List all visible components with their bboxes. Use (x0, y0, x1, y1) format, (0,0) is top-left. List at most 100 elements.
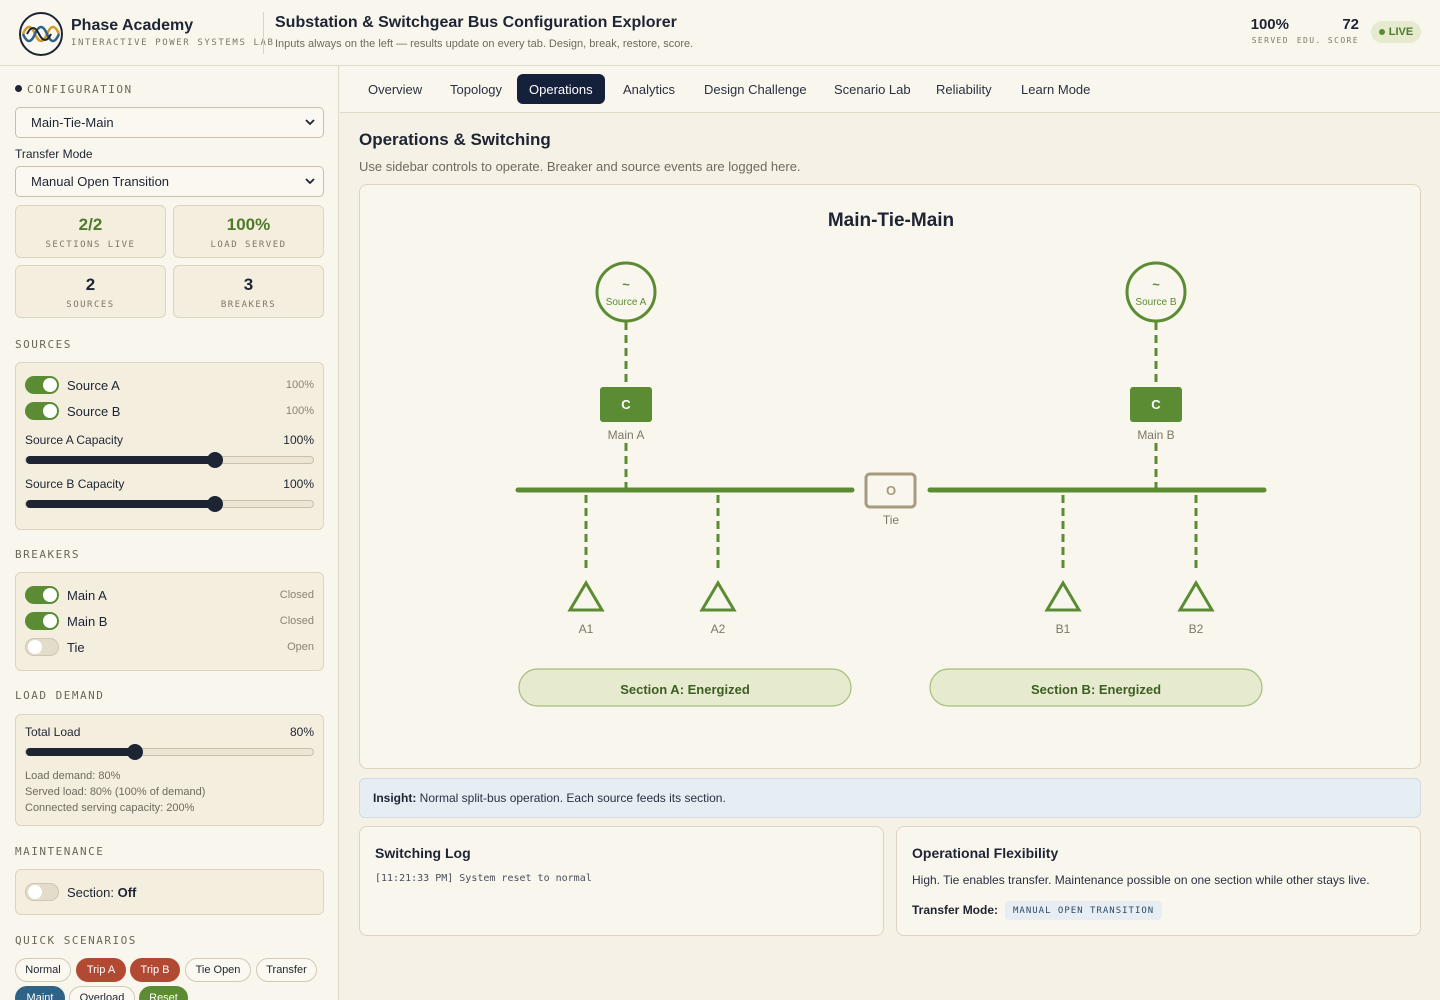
serving-capacity-info: Connected serving capacity: 200% (25, 802, 195, 814)
log-entry: [11:21:33 PM] System reset to normal (375, 873, 592, 884)
scenario-tie-open-button[interactable]: Tie Open (185, 958, 251, 982)
transfer-mode-label: Transfer Mode: (912, 903, 999, 917)
quick-scenarios-heading: QUICK SCENARIOS (15, 934, 137, 947)
insight-label: Insight: (373, 791, 417, 805)
transfer-mode-select[interactable]: Manual Open Transition (15, 166, 324, 197)
toggle-knob (43, 378, 57, 392)
live-label: LIVE (1388, 26, 1414, 38)
tab-operations[interactable]: Operations (517, 74, 605, 104)
breaker-main-b-name: Main B (67, 614, 108, 629)
stat-breakers: 3 BREAKERS (173, 265, 324, 318)
slider-thumb[interactable] (127, 744, 143, 760)
scenario-maint-button[interactable]: Maint (15, 986, 65, 1000)
diagram-title: Main-Tie-Main (828, 210, 954, 231)
stat-label: BREAKERS (220, 300, 277, 310)
tab-topology[interactable]: Topology (438, 74, 514, 104)
source-b-symbol[interactable] (1125, 261, 1187, 323)
source-b-toggle[interactable] (25, 402, 59, 420)
maintenance-prefix: Section: (67, 885, 114, 900)
scenario-transfer-button[interactable]: Transfer (256, 958, 317, 982)
app-subtitle: Inputs always on the left — results upda… (275, 38, 694, 50)
stat-value: 100% (226, 215, 271, 234)
brand-name: Phase Academy (71, 17, 194, 34)
scenario-overload-button[interactable]: Overload (69, 986, 135, 1000)
breaker-tie-label: Tie (883, 513, 900, 527)
source-a-capacity-label: Source A Capacity (25, 433, 124, 447)
scenario-trip-a-button[interactable]: Trip A (76, 958, 126, 982)
breaker-main-b-state: Closed (279, 615, 314, 627)
breaker-tie-row: Tie Open (25, 637, 314, 657)
tab-design-challenge[interactable]: Design Challenge (692, 74, 819, 104)
stat-load-served: 100% LOAD SERVED (173, 205, 324, 258)
breaker-main-b-label: Main B (1137, 428, 1174, 442)
source-b-value: 100% (285, 405, 314, 417)
configuration-dot-icon (15, 85, 22, 92)
toggle-knob (28, 885, 42, 899)
page-subtitle: Use sidebar controls to operate. Breaker… (359, 159, 801, 174)
stat-sections-live: 2/2 SECTIONS LIVE (15, 205, 166, 258)
scenario-normal-button[interactable]: Normal (15, 958, 71, 982)
maintenance-toggle[interactable] (25, 883, 59, 901)
stat-label: SECTIONS LIVE (45, 240, 136, 250)
source-a-row: Source A 100% (25, 375, 314, 395)
breakers-panel: Main A Closed Main B Closed Tie Open (15, 572, 324, 671)
header-divider (263, 12, 264, 54)
stat-label: SOURCES (66, 300, 115, 310)
maintenance-state: Off (117, 885, 137, 900)
breaker-main-a-toggle[interactable] (25, 586, 59, 604)
slider-fill (26, 456, 215, 464)
served-value: 100% (1250, 16, 1289, 33)
source-a-capacity-slider[interactable] (25, 452, 314, 468)
breaker-main-b-toggle[interactable] (25, 612, 59, 630)
load-b1-label: B1 (1056, 622, 1071, 636)
tab-scenario-lab[interactable]: Scenario Lab (822, 74, 923, 104)
scenario-reset-button[interactable]: Reset (139, 986, 188, 1000)
load-a2-symbol[interactable] (699, 580, 737, 612)
total-load-label: Total Load (25, 725, 81, 739)
tab-overview[interactable]: Overview (356, 74, 434, 104)
breaker-tie-toggle[interactable] (25, 638, 59, 656)
scenario-trip-b-button[interactable]: Trip B (130, 958, 180, 982)
score-value: 72 (1342, 16, 1359, 33)
configuration-select[interactable]: Main-Tie-Main (15, 107, 324, 138)
load-b2-symbol[interactable] (1177, 580, 1215, 612)
load-panel: Total Load 80% Load demand: 80% Served l… (15, 714, 324, 826)
tab-reliability[interactable]: Reliability (924, 74, 1004, 104)
breaker-main-b-state-icon: C (1151, 397, 1161, 412)
breaker-main-a-row: Main A Closed (25, 585, 314, 605)
load-a1-symbol[interactable] (567, 580, 605, 612)
slider-thumb[interactable] (207, 496, 223, 512)
source-b-name: Source B (67, 404, 121, 419)
slider-thumb[interactable] (207, 452, 223, 468)
served-metric: 100% SERVED (1240, 16, 1289, 45)
operational-flexibility-card: Operational Flexibility High. Tie enable… (896, 826, 1421, 936)
source-a-symbol[interactable] (595, 261, 657, 323)
configuration-heading: CONFIGURATION (15, 83, 133, 96)
breaker-tie-name: Tie (67, 640, 85, 655)
breaker-main-a-name: Main A (67, 588, 107, 603)
source-b-capacity-slider[interactable] (25, 496, 314, 512)
section-b-status-text: Section B: Energized (1031, 682, 1161, 697)
source-b-sine-icon: ~ (1152, 277, 1160, 292)
phase-academy-logo (19, 12, 63, 56)
sources-panel: Source A 100% Source B 100% Source A Cap… (15, 362, 324, 530)
load-b2-label: B2 (1189, 622, 1204, 636)
breaker-main-a-label: Main A (608, 428, 645, 442)
load-b1-symbol[interactable] (1044, 580, 1082, 612)
transfer-mode-badge: MANUAL OPEN TRANSITION (1005, 901, 1163, 920)
live-dot-icon (1378, 29, 1385, 35)
toggle-knob (43, 614, 57, 628)
source-a-toggle[interactable] (25, 376, 59, 394)
stat-value: 2/2 (78, 215, 103, 234)
section-a-status-text: Section A: Energized (620, 682, 750, 697)
single-line-diagram: Main-Tie-Main ~ Source A ~ Source B C Ma… (359, 184, 1421, 769)
source-b-capacity-value: 100% (283, 477, 314, 491)
tab-analytics[interactable]: Analytics (611, 74, 687, 104)
slider-fill (26, 748, 135, 756)
load-a2-label: A2 (711, 622, 726, 636)
maintenance-status: Section: Off (67, 885, 136, 900)
app-title: Substation & Switchgear Bus Configuratio… (275, 14, 677, 31)
maintenance-heading: MAINTENANCE (15, 845, 105, 858)
tab-learn-mode[interactable]: Learn Mode (1009, 74, 1102, 104)
total-load-slider[interactable] (25, 744, 314, 760)
